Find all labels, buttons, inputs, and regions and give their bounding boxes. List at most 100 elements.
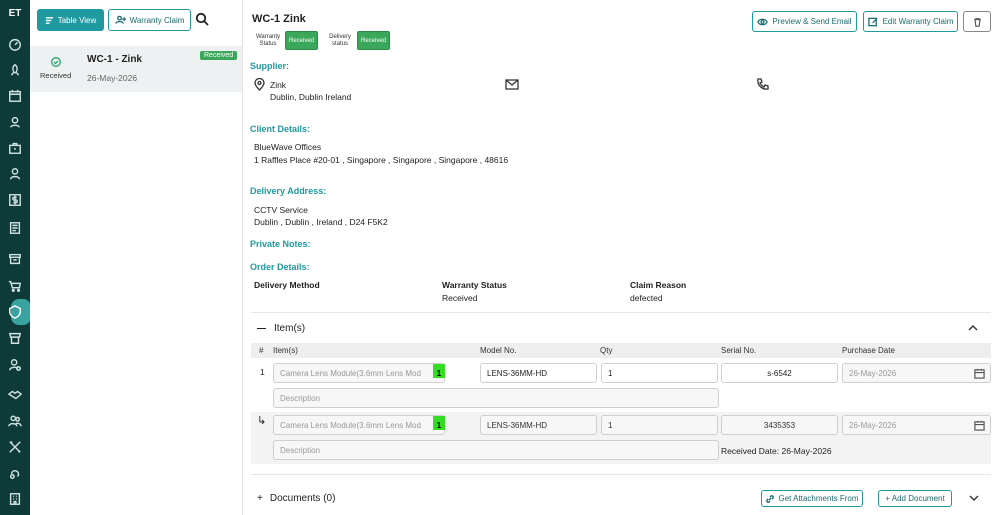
purchase-date-input[interactable]: 26-May-2026 [842, 415, 991, 435]
link-icon [766, 494, 775, 503]
supplier-heading: Supplier: [250, 61, 290, 71]
map-pin-icon [254, 77, 265, 93]
preview-send-email-button[interactable]: Preview & Send Email [752, 11, 857, 32]
team-icon[interactable] [0, 411, 30, 431]
client-heading: Client Details: [250, 124, 311, 134]
documents-section: + Documents (0) Get Attachments From + Ad… [251, 488, 991, 510]
dashboard-icon[interactable] [0, 34, 30, 54]
received-date: Received Date: 26-May-2026 [721, 446, 832, 456]
warranty-icon[interactable] [0, 299, 31, 325]
trash-icon [973, 17, 981, 27]
description-input[interactable]: Description [273, 388, 719, 408]
item-input[interactable]: Camera Lens Module(3.6mm Lens Mod [273, 363, 445, 383]
archive-icon[interactable] [0, 249, 30, 269]
warranty-claim-label: Warranty Claim [129, 15, 185, 25]
row-number: 1 [260, 367, 265, 377]
col-item: Item(s) [273, 346, 298, 355]
delivery-heading: Delivery Address: [250, 186, 327, 196]
claims-list-pane: Table View Warranty Claim Received WC-1 … [30, 0, 243, 515]
phone-icon[interactable] [756, 78, 769, 93]
qty-value: 1 [608, 420, 613, 430]
serial-input[interactable]: s-6542 [721, 363, 838, 383]
order-warranty-status-value: Received [442, 293, 478, 303]
qty-value: 1 [608, 368, 613, 378]
tools-icon[interactable] [0, 437, 30, 457]
cart-icon[interactable] [0, 276, 30, 296]
item-value: Camera Lens Module(3.6mm Lens Mod [280, 368, 421, 378]
client-name: BlueWave Offices [254, 142, 322, 152]
briefcase-icon[interactable] [0, 138, 30, 158]
mail-icon[interactable] [505, 79, 519, 92]
qty-input[interactable]: 1 [601, 415, 718, 435]
private-notes-heading: Private Notes: [250, 239, 311, 249]
qty-indicator: 1 [433, 364, 445, 378]
description-placeholder: Description [280, 445, 321, 455]
delete-button[interactable] [963, 11, 991, 32]
collapse-icon [257, 327, 266, 330]
divider [251, 474, 991, 475]
documents-toggle[interactable]: + Documents (0) [257, 493, 335, 504]
building-icon[interactable] [0, 489, 30, 509]
get-attachments-button[interactable]: Get Attachments From [761, 490, 863, 507]
handshake-icon[interactable] [0, 385, 30, 405]
chevron-down-icon[interactable] [969, 494, 979, 504]
qty-input[interactable]: 1 [601, 363, 718, 383]
store-icon[interactable] [0, 328, 30, 348]
model-value: LENS-36MM-HD [487, 368, 548, 378]
chevron-up-icon[interactable] [968, 324, 978, 334]
calendar-icon[interactable] [0, 86, 30, 106]
model-input[interactable]: LENS-36MM-HD [480, 363, 597, 383]
claim-reason-value: defected [630, 293, 663, 303]
edit-warranty-claim-button[interactable]: Edit Warranty Claim [863, 11, 958, 32]
divider [251, 312, 991, 313]
description-placeholder: Description [280, 393, 321, 403]
list-icon [45, 16, 53, 24]
add-document-button[interactable]: + Add Document [878, 490, 952, 507]
claim-card-status: Received [40, 71, 72, 80]
app-logo[interactable]: ET [0, 8, 30, 19]
purchase-date-input[interactable]: 26-May-2026 [842, 363, 991, 383]
calendar-icon[interactable] [974, 420, 985, 433]
page-title: WC-1 Zink [252, 13, 306, 25]
claim-reason-label: Claim Reason [630, 280, 687, 290]
table-row: 1 Camera Lens Module(3.6mm Lens Mod 1 LE… [251, 360, 991, 412]
expand-icon: + [257, 493, 263, 504]
claim-detail: WC-1 Zink Warranty Status Received Deliv… [243, 0, 1000, 515]
delivery-address: Dublin , Dublin , Ireland , D24 F5K2 [254, 217, 388, 227]
eye-icon [757, 18, 769, 25]
warranty-status-badge: Received [285, 31, 318, 50]
delivery-status-badge: Received [357, 31, 390, 50]
calendar-icon[interactable] [974, 368, 985, 381]
document-icon[interactable] [0, 218, 30, 238]
client-address: 1 Raffles Place #20-01 , Singapore , Sin… [254, 155, 509, 165]
model-input[interactable]: LENS-36MM-HD [480, 415, 597, 435]
dollar-icon[interactable] [0, 190, 30, 210]
serial-input[interactable]: 3435353 [721, 415, 838, 435]
col-qty: Qty [600, 346, 613, 355]
rocket-icon[interactable] [0, 60, 30, 80]
description-input[interactable]: Description [273, 440, 719, 460]
delivery-status-label: Delivery status [329, 34, 351, 47]
col-num: # [259, 346, 264, 355]
nav-rail: ET [0, 0, 31, 515]
new-warranty-claim-button[interactable]: Warranty Claim [108, 9, 191, 31]
search-icon[interactable] [195, 12, 209, 26]
col-model: Model No. [480, 346, 517, 355]
map-pin-user-icon[interactable] [0, 112, 30, 132]
user-settings-icon[interactable] [0, 355, 30, 375]
sub-row-arrow-icon: ↳ [257, 415, 267, 427]
items-table-header: # Item(s) Model No. Qty Serial No. Purch… [251, 343, 991, 358]
claim-card-date: 26-May-2026 [87, 73, 138, 83]
items-section-toggle[interactable]: Item(s) [257, 323, 305, 334]
order-warranty-status-label: Warranty Status [442, 280, 507, 290]
supplier-name: Zink [270, 80, 287, 90]
model-value: LENS-36MM-HD [487, 420, 548, 430]
user-icon[interactable] [0, 164, 30, 184]
location-refresh-icon[interactable] [0, 463, 30, 483]
item-input[interactable]: Camera Lens Module(3.6mm Lens Mod [273, 415, 445, 435]
table-view-button[interactable]: Table View [37, 9, 104, 31]
delivery-name: CCTV Service [254, 205, 308, 215]
delivery-method-label: Delivery Method [254, 280, 320, 290]
claim-card[interactable]: Received WC-1 - Zink 26-May-2026 Receive… [30, 46, 242, 92]
serial-value: 3435353 [763, 420, 796, 430]
